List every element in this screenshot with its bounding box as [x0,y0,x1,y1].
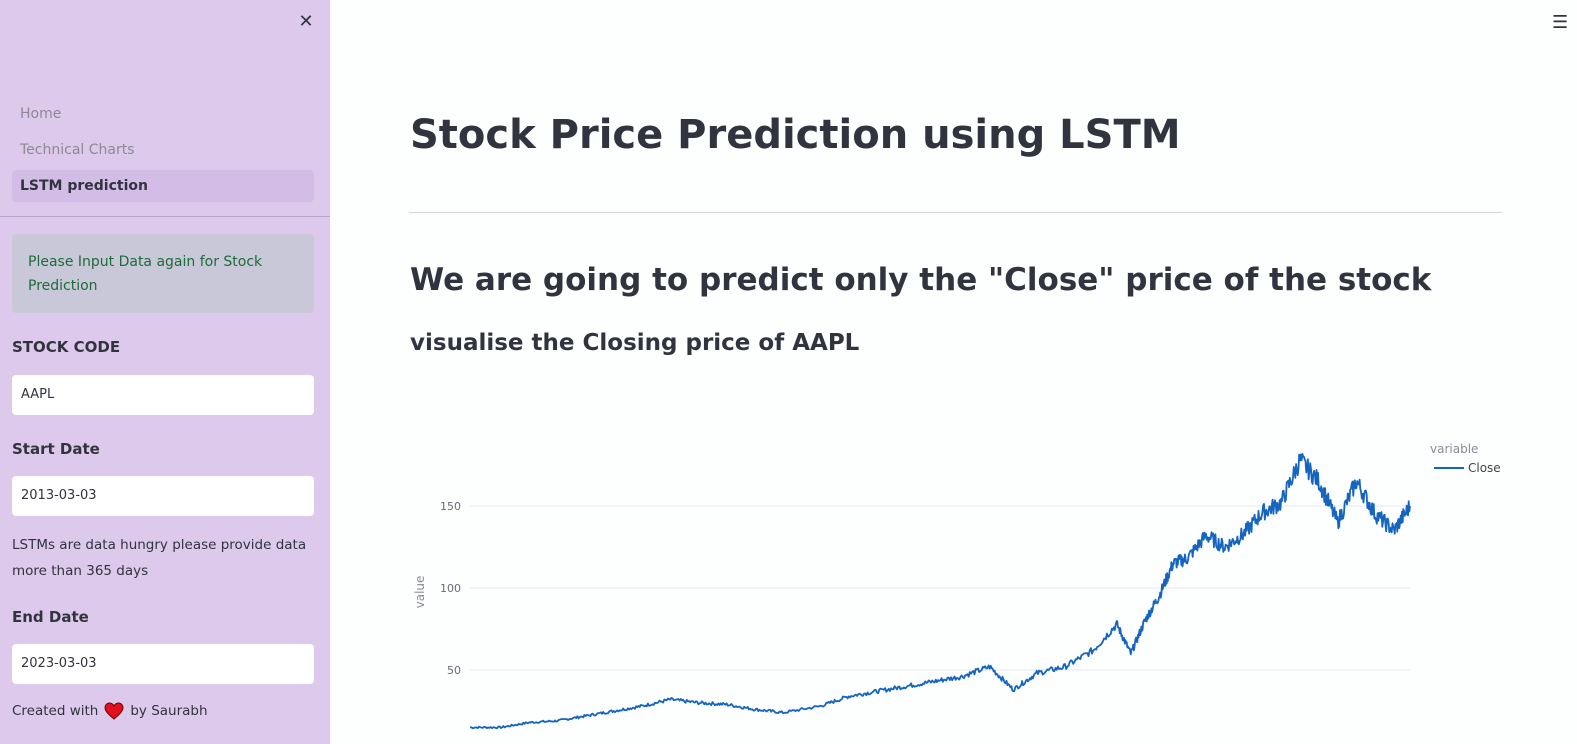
chart-legend[interactable]: variable Close [1430,442,1501,475]
end-date-label: End Date [12,608,89,626]
page-title: Stock Price Prediction using LSTM [410,112,1181,158]
y-tick-label: 100 [440,582,461,595]
start-date-label: Start Date [12,440,100,458]
start-date-help-text: LSTMs are data hungry please provide dat… [12,537,307,579]
footer-suffix: by Saurabh [130,703,208,719]
page-subtitle: We are going to predict only the "Close"… [410,262,1432,298]
y-tick-label: 150 [440,500,461,513]
sidebar-footer: Created with by Saurabh [12,702,208,720]
chart-gridlines [470,505,1410,671]
start-date-input[interactable] [12,476,314,516]
sidebar-nav: Home Technical Charts LSTM prediction [12,98,314,206]
nav-item-home[interactable]: Home [12,98,314,130]
close-icon[interactable]: ✕ [294,10,318,34]
heart-icon [104,702,124,720]
main-divider [409,212,1502,213]
nav-item-lstm-prediction[interactable]: LSTM prediction [12,170,314,202]
legend-title: variable [1430,442,1478,456]
section-title: visualise the Closing price of AAPL [410,330,860,356]
series-line-close[interactable] [469,453,1411,730]
info-alert: Please Input Data again for Stock Predic… [12,234,314,313]
chart-series [469,453,1411,730]
footer-prefix: Created with [12,703,99,719]
hamburger-icon[interactable]: ☰ [1552,12,1568,33]
end-date-input[interactable] [12,644,314,684]
nav-item-technical-charts[interactable]: Technical Charts [12,134,314,166]
sidebar: ✕ Home Technical Charts LSTM prediction … [0,0,330,744]
sidebar-divider [0,216,330,217]
chart-y-axis-label: value [413,576,427,609]
stock-code-label: STOCK CODE [12,338,121,356]
chart-y-ticks: 50 100 150 [440,500,461,677]
y-tick-label: 50 [447,664,461,677]
close-price-chart[interactable]: 50 100 150 value variable Close [400,430,1530,744]
stock-code-input[interactable] [12,375,314,415]
legend-label-close: Close [1468,461,1501,475]
